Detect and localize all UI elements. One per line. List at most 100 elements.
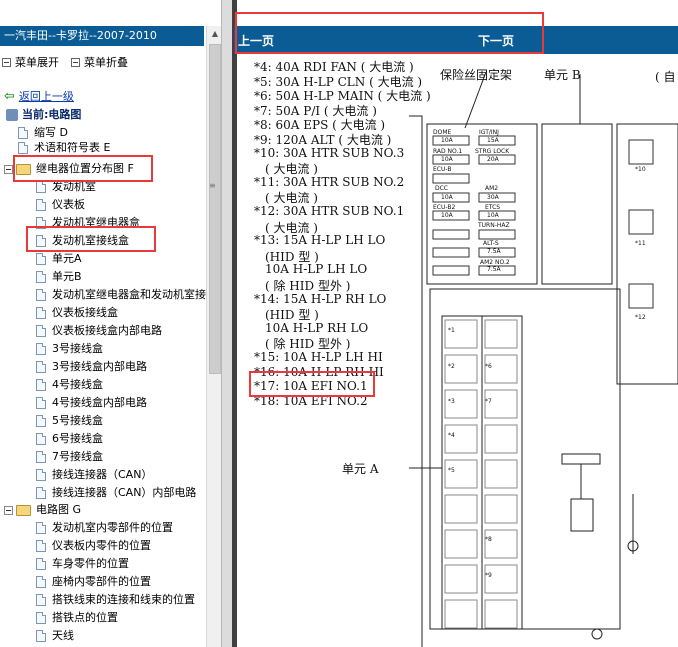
tree-item-label: 4号接线盒内部电路 [52, 396, 147, 409]
document-icon [36, 307, 46, 319]
tree-item-label: 仪表板内零件的位置 [52, 539, 151, 552]
tree-item-label: 缩写 D [34, 126, 68, 139]
back-arrow-icon: ⇦ [4, 89, 15, 104]
tree-item-relay-10[interactable]: 3号接线盒内部电路 [36, 358, 147, 376]
prev-page-link[interactable]: 上一页 [238, 32, 274, 49]
scrollbar-thumb[interactable] [209, 44, 221, 374]
tree-item-relay-0[interactable]: 发动机室 [36, 178, 96, 196]
tree-item-relay-16[interactable]: 接线连接器（CAN） [36, 466, 152, 484]
tree-item-label: 搭铁点的位置 [52, 611, 118, 624]
document-icon [36, 397, 46, 409]
document-icon [36, 217, 46, 229]
back-link-label: 返回上一级 [18, 90, 74, 103]
tree-item-label: 接线连接器（CAN）内部电路 [52, 486, 197, 499]
fuse-value: 7.5A [487, 266, 501, 273]
unit-a-slot [484, 494, 518, 524]
tree-item-label: 单元B [52, 270, 82, 283]
tree-item-circuit-6[interactable]: 天线 [36, 627, 74, 645]
unit-a-slot [444, 494, 478, 524]
document-icon [36, 325, 46, 337]
tree-item-relay-15[interactable]: 7号接线盒 [36, 448, 103, 466]
tree-item-label: 发动机室继电器盒和发动机室接 [52, 288, 206, 301]
tree-item-relay-13[interactable]: 5号接线盒 [36, 412, 103, 430]
collapse-menu-button[interactable]: 菜单折叠 [71, 54, 128, 70]
fuse-tag: AM2 NO.2 [480, 259, 510, 266]
splitter[interactable] [222, 0, 232, 647]
document-icon [36, 540, 46, 552]
document-icon [36, 433, 46, 445]
tree-item-circuit-2[interactable]: 车身零件的位置 [36, 555, 129, 573]
fuse-value: 10A [441, 156, 453, 163]
computer-icon [6, 109, 18, 121]
tree-item-label: 7号接线盒 [52, 450, 103, 463]
tree-item-relay-1[interactable]: 仪表板 [36, 196, 85, 214]
tree-item-relay-17[interactable]: 接线连接器（CAN）内部电路 [36, 484, 196, 502]
expand-menu-button[interactable]: 菜单展开 [2, 54, 59, 70]
document-icon [36, 199, 46, 211]
tree-item-circuit-0[interactable]: 发动机室内零部件的位置 [36, 519, 173, 537]
unit-a-slot [484, 529, 518, 559]
tree-item-relay-2[interactable]: 发动机室继电器盒 [36, 214, 140, 232]
tree-item-relay-6[interactable]: 发动机室继电器盒和发动机室接 [36, 286, 206, 304]
content-pane: 上一页 下一页 *4: 40A RDI FAN ( 大电流 ) *5: 30A H… [222, 0, 678, 647]
document-icon [36, 343, 46, 355]
tree-item-label: 发动机室继电器盒 [52, 216, 140, 229]
next-page-link[interactable]: 下一页 [478, 32, 514, 49]
fuse-value: 10A [441, 212, 453, 219]
tree-item-circuit-1[interactable]: 仪表板内零件的位置 [36, 537, 151, 555]
back-link[interactable]: ⇦ 返回上一级 [4, 88, 74, 106]
tree-item-relay-14[interactable]: 6号接线盒 [36, 430, 103, 448]
folder-circuit-diagram[interactable]: 电路图 G [4, 501, 81, 519]
tree-item-relay-9[interactable]: 3号接线盒 [36, 340, 103, 358]
collapse-toggle-icon [4, 164, 13, 174]
unit-a-slot [484, 459, 518, 489]
tree-scrollbar[interactable]: ▲ ≡ [206, 26, 221, 647]
unit-b-marker: *11 [635, 240, 646, 247]
label-fuse-bracket: 保险丝固定架 [440, 68, 513, 82]
relay-slot [628, 283, 654, 309]
tree-item-relay-7[interactable]: 仪表板接线盒 [36, 304, 118, 322]
tree-item-relay-8[interactable]: 仪表板接线盒内部电路 [36, 322, 162, 340]
tree-item-relay-5[interactable]: 单元B [36, 268, 82, 286]
fuse-tag: TURN-HAZ [478, 222, 510, 229]
tree-item-terms[interactable]: 术语和符号表 E [18, 142, 110, 154]
fuse-tag: ETCS [485, 204, 501, 211]
tree-item-circuit-3[interactable]: 座椅内零部件的位置 [36, 573, 151, 591]
document-icon [36, 379, 46, 391]
tree-item-relay-4[interactable]: 单元A [36, 250, 82, 268]
label-unit-b: 单元 B [544, 68, 581, 82]
tree-item-relay-3[interactable]: 发动机室接线盒 [36, 232, 129, 250]
fuse-tag: ECU-B [433, 166, 452, 173]
fuse-value: 10A [487, 212, 499, 219]
tree-item-circuit-5[interactable]: 搭铁点的位置 [36, 609, 118, 627]
terminal-icon [591, 628, 603, 640]
diagram-outline-corner [409, 115, 423, 131]
tree-item-relay-11[interactable]: 4号接线盒 [36, 376, 103, 394]
fuse-value: 30A [487, 194, 499, 201]
unit-a-marker: *9 [485, 572, 492, 579]
tree-item-label: 4号接线盒 [52, 378, 103, 391]
unit-a-slot [444, 459, 478, 489]
tree-item-label: 发动机室内零部件的位置 [52, 521, 173, 534]
tree-item-circuit-4[interactable]: 搭铁线束的连接和线束的位置 [36, 591, 195, 609]
folder-relay-locations[interactable]: 继电器位置分布图 F [4, 160, 134, 178]
fuse-tag: IGT/INJ [479, 129, 499, 136]
fuse-value: 10A [441, 194, 453, 201]
folder-open-icon [16, 504, 31, 516]
tree-item-label: 5号接线盒 [52, 414, 103, 427]
fuse-tag: STRG LOCK [475, 148, 510, 155]
label-unit-a: 单元 A [342, 462, 379, 476]
page-navbar: 上一页 下一页 [234, 26, 678, 54]
unit-b-marker: *12 [635, 314, 646, 321]
expand-icon [2, 57, 11, 67]
scroll-up-arrow-icon[interactable]: ▲ [209, 28, 221, 40]
fuse-tag: RAD NO.1 [433, 148, 463, 155]
document-icon [36, 576, 46, 588]
tree-item-label: 发动机室接线盒 [52, 234, 129, 247]
tree-item-relay-12[interactable]: 4号接线盒内部电路 [36, 394, 147, 412]
left-pane: 一汽丰田--卡罗拉--2007-2010 菜单展开 菜单折叠 ⇦ 返回上一级 当… [0, 0, 222, 647]
expand-menu-label: 菜单展开 [15, 56, 59, 69]
tree-item-abbreviations[interactable]: 缩写 D [18, 124, 68, 142]
fuse-value: 10A [441, 137, 453, 144]
fuse-tag: ECU-B2 [433, 204, 456, 211]
